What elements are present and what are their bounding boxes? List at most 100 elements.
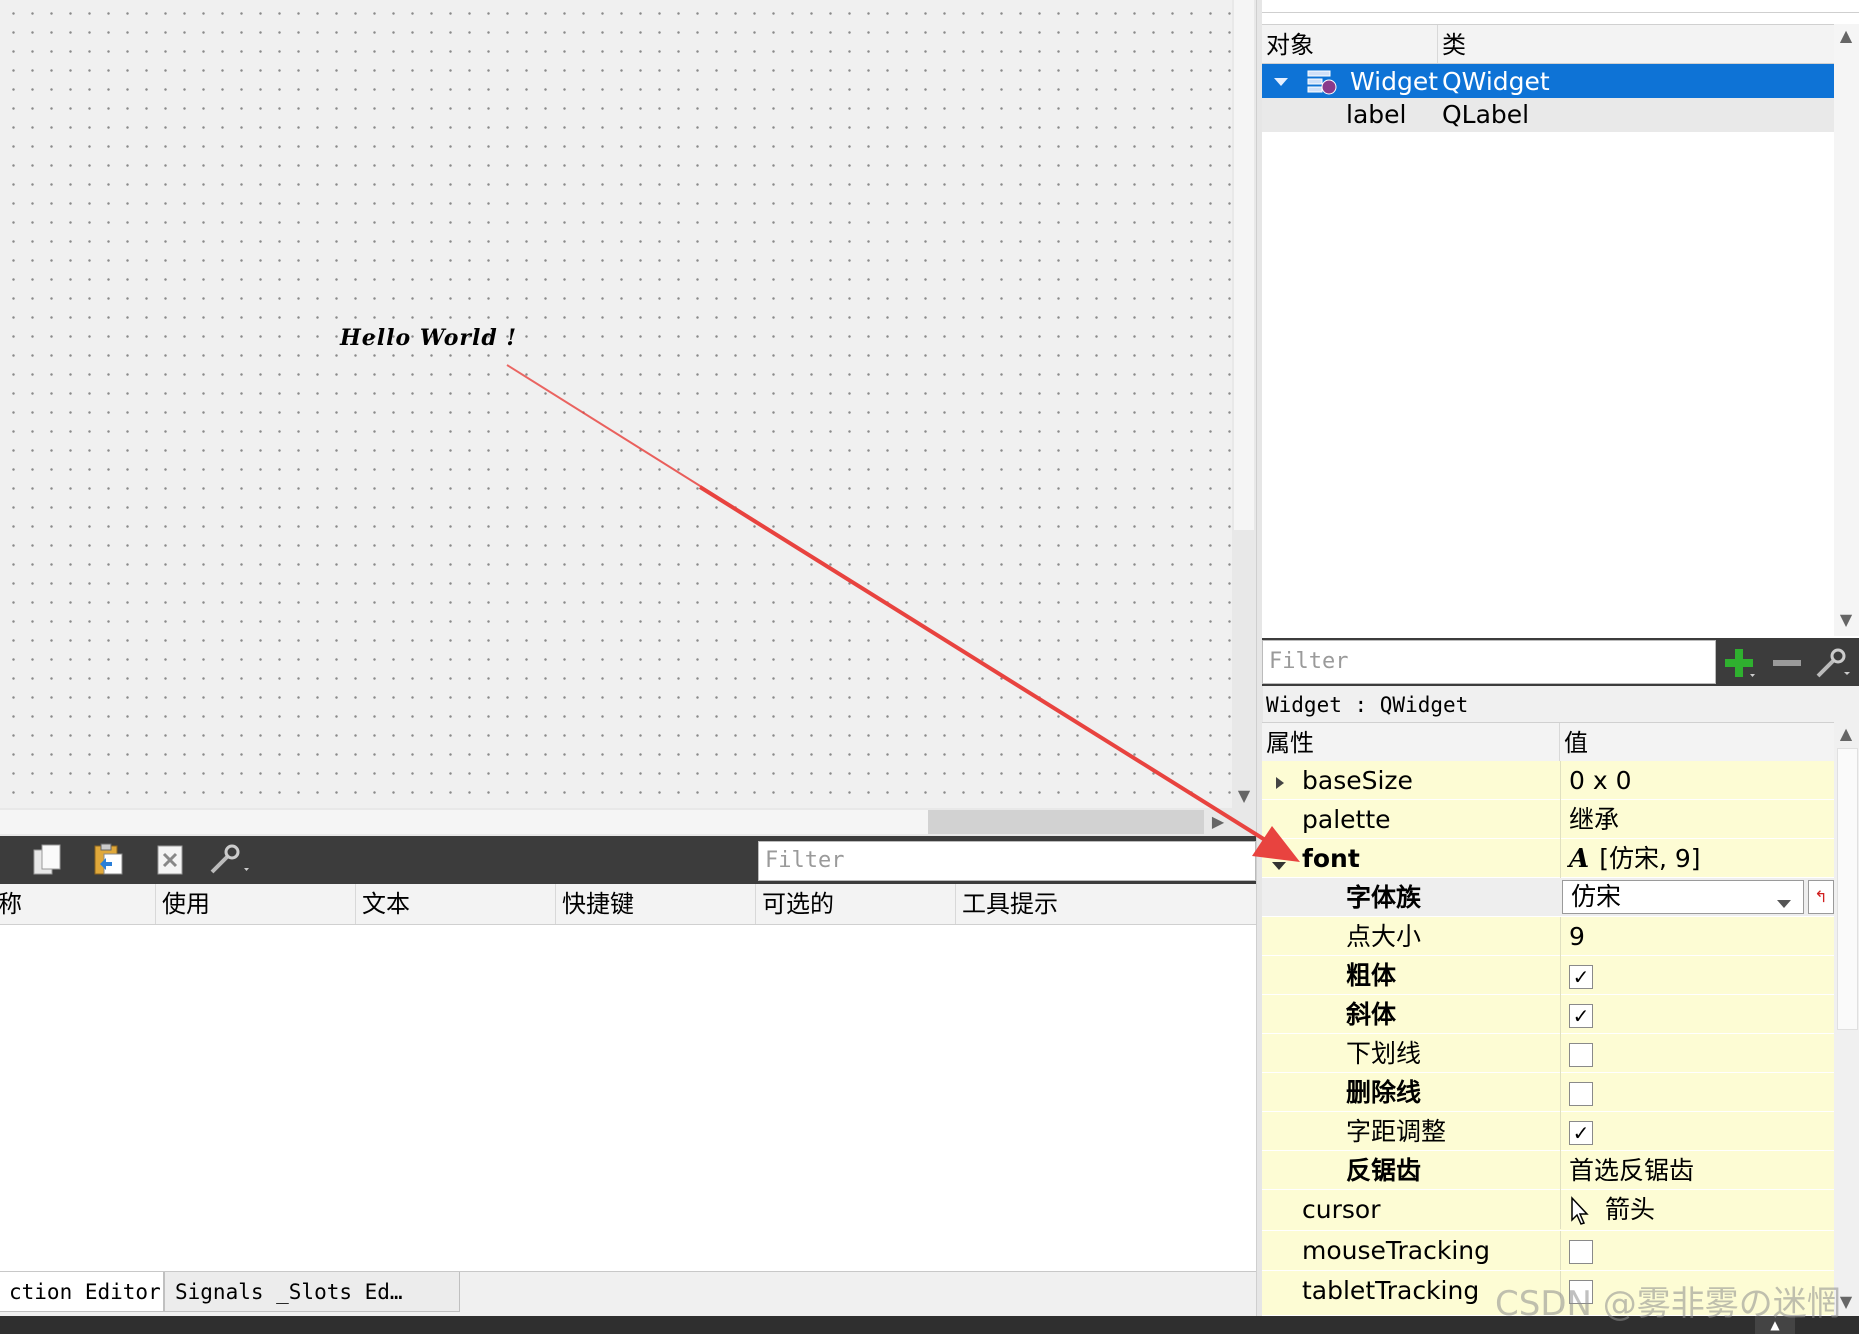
column-shortcut[interactable]: 快捷键	[556, 884, 756, 924]
property-value: ✓	[1560, 956, 1834, 995]
property-table-header: 属性 值	[1262, 722, 1834, 762]
checkbox[interactable]	[1569, 1240, 1593, 1264]
object-inspector-scrollbar[interactable]: ▲ ▼	[1834, 24, 1859, 636]
checkbox[interactable]: ✓	[1569, 1121, 1593, 1145]
form-canvas[interactable]	[0, 0, 1232, 808]
font-icon: A	[1569, 844, 1590, 874]
property-value[interactable]: 继承	[1560, 800, 1834, 839]
property-row-point-size[interactable]: 点大小 9	[1262, 917, 1834, 956]
property-name: 下划线	[1346, 1039, 1422, 1068]
delete-icon[interactable]	[152, 842, 188, 878]
object-class: QLabel	[1442, 100, 1530, 129]
property-class-label: Widget : QWidget	[1266, 693, 1469, 717]
property-value	[1560, 1073, 1834, 1112]
property-value[interactable]: A [仿宋, 9]	[1560, 839, 1834, 878]
object-inspector-header: 对象 类	[1262, 24, 1834, 64]
tab-signals-slots-editor[interactable]: Signals _Slots Ed…	[164, 1272, 460, 1312]
property-row-underline[interactable]: 下划线	[1262, 1034, 1834, 1073]
arrow-cursor-icon	[1571, 1196, 1589, 1225]
property-name: 粗体	[1346, 961, 1397, 990]
property-row-font[interactable]: font A [仿宋, 9]	[1262, 839, 1834, 878]
column-name[interactable]: 称	[0, 884, 156, 924]
property-row-mousetracking[interactable]: mouseTracking	[1262, 1231, 1834, 1271]
remove-icon[interactable]	[1770, 646, 1804, 680]
add-icon[interactable]	[1722, 646, 1756, 680]
scroll-down-arrow-icon[interactable]: ▼	[1234, 786, 1254, 806]
collapse-arrow-icon[interactable]	[1272, 855, 1286, 874]
property-value: ✓	[1560, 1112, 1834, 1151]
checkbox[interactable]	[1569, 1043, 1593, 1067]
property-row-basesize[interactable]: baseSize 0 x 0	[1262, 761, 1834, 800]
property-value[interactable]: 首选反锯齿	[1560, 1151, 1834, 1190]
column-class[interactable]: 类	[1438, 25, 1834, 63]
paste-icon[interactable]	[90, 842, 126, 878]
canvas-vertical-scrollbar[interactable]: ▼	[1232, 0, 1256, 808]
property-row-palette[interactable]: palette 继承	[1262, 800, 1834, 839]
column-object[interactable]: 对象	[1262, 25, 1438, 63]
action-table-header: 称 使用 文本 快捷键 可选的 工具提示	[0, 884, 1258, 925]
scroll-up-arrow-icon[interactable]: ▲	[1836, 26, 1856, 46]
property-row-strikeout[interactable]: 删除线	[1262, 1073, 1834, 1112]
scrollbar-thumb[interactable]	[1234, 0, 1254, 530]
property-editor-scrollbar[interactable]: ▲ ▼	[1834, 722, 1859, 1316]
property-row-cursor[interactable]: cursor 箭头	[1262, 1190, 1834, 1231]
property-name: 删除线	[1346, 1078, 1422, 1107]
collapse-arrow-icon[interactable]	[1274, 78, 1288, 86]
property-row-font-family[interactable]: 字体族 仿宋 ↰	[1262, 878, 1834, 917]
property-name: baseSize	[1302, 766, 1413, 795]
property-name: font	[1302, 844, 1360, 873]
property-name: cursor	[1302, 1195, 1381, 1224]
property-name: tabletTracking	[1302, 1276, 1480, 1305]
checkbox[interactable]: ✓	[1569, 965, 1593, 989]
column-checkable[interactable]: 可选的	[756, 884, 956, 924]
tab-action-editor[interactable]: ction Editor	[0, 1272, 164, 1312]
column-text[interactable]: 文本	[356, 884, 556, 924]
scrollbar-track	[0, 810, 928, 834]
property-row-kerning[interactable]: 字距调整 ✓	[1262, 1112, 1834, 1151]
property-name: 反锯齿	[1346, 1156, 1422, 1185]
scrollbar-thumb[interactable]	[1837, 748, 1858, 1030]
action-filter-input[interactable]: Filter	[758, 841, 1256, 881]
expand-arrow-icon[interactable]	[1276, 774, 1284, 793]
property-row-bold[interactable]: 粗体 ✓	[1262, 956, 1834, 995]
property-value	[1560, 1034, 1834, 1073]
property-value[interactable]: 0 x 0	[1560, 761, 1834, 800]
column-tooltip[interactable]: 工具提示	[956, 884, 1258, 924]
object-row-widget[interactable]: Widget QWidget	[1262, 64, 1834, 98]
property-row-italic[interactable]: 斜体 ✓	[1262, 995, 1834, 1034]
checkbox[interactable]	[1569, 1082, 1593, 1106]
scroll-up-arrow-icon[interactable]: ▲	[1836, 724, 1856, 744]
property-filter-input[interactable]: Filter	[1262, 640, 1716, 684]
hello-world-label[interactable]: Hello World !	[340, 325, 517, 351]
property-value: ✓	[1560, 995, 1834, 1034]
scrollbar-thumb[interactable]	[928, 810, 1204, 834]
chevron-down-icon	[1777, 893, 1791, 912]
property-name: 字体族	[1346, 883, 1422, 912]
object-class: QWidget	[1442, 67, 1550, 96]
property-name: mouseTracking	[1302, 1236, 1490, 1265]
property-value[interactable]: 9	[1560, 917, 1834, 956]
checkbox[interactable]: ✓	[1569, 1004, 1593, 1028]
wrench-icon[interactable]	[206, 842, 254, 878]
font-family-select[interactable]: 仿宋	[1562, 880, 1804, 914]
copy-icon[interactable]	[30, 842, 66, 878]
select-value: 仿宋	[1571, 882, 1622, 911]
bottom-tab-bar: ction Editor Signals _Slots Ed…	[0, 1271, 1258, 1316]
reset-icon[interactable]: ↰	[1808, 880, 1834, 914]
canvas-horizontal-scrollbar[interactable]: ▶	[0, 808, 1256, 836]
object-name: label	[1346, 100, 1407, 129]
column-value[interactable]: 值	[1560, 723, 1834, 761]
scroll-right-arrow-icon[interactable]: ▶	[1208, 812, 1228, 832]
column-used[interactable]: 使用	[156, 884, 356, 924]
watermark: CSDN @雾非雾の迷惘	[1495, 1284, 1841, 1324]
property-value[interactable]: 箭头	[1560, 1190, 1834, 1229]
property-row-antialiasing[interactable]: 反锯齿 首选反锯齿	[1262, 1151, 1834, 1190]
property-value	[1560, 1231, 1834, 1270]
object-name: Widget	[1350, 67, 1439, 96]
widget-icon	[1307, 70, 1337, 95]
action-table-body[interactable]	[0, 925, 1258, 1271]
scroll-down-arrow-icon[interactable]: ▼	[1836, 610, 1856, 630]
column-property[interactable]: 属性	[1262, 723, 1560, 761]
wrench-icon[interactable]	[1812, 644, 1852, 680]
object-row-label[interactable]: label QLabel	[1262, 98, 1834, 132]
